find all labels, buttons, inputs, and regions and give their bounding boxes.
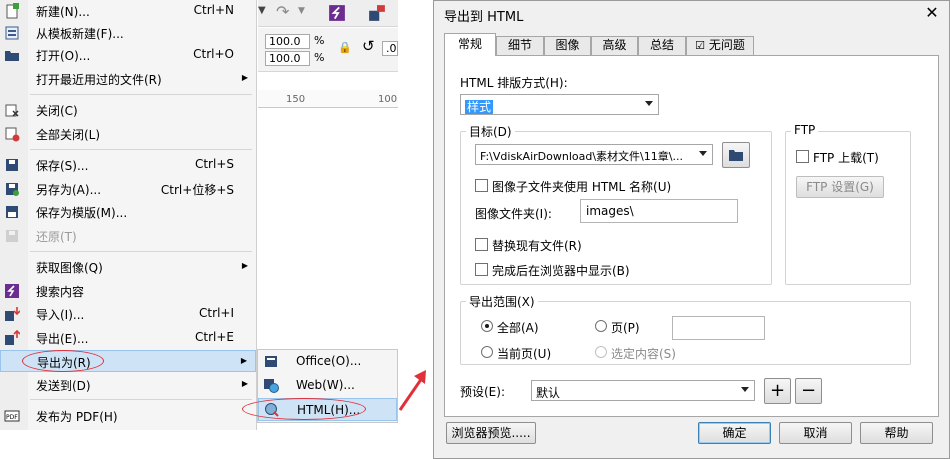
submenu-arrow-icon: ▶ xyxy=(240,356,247,365)
browse-folder-button[interactable] xyxy=(722,142,750,168)
undo-dropdown-icon[interactable]: ▼ xyxy=(258,5,266,16)
save-template-icon xyxy=(6,206,18,218)
range-selection-radio[interactable] xyxy=(595,346,607,358)
menu-item-revert[interactable]: 还原(T) xyxy=(0,225,256,247)
menu-separator xyxy=(30,399,252,400)
preset-select[interactable]: 默认 xyxy=(531,380,755,401)
tab-images[interactable]: 图像 xyxy=(544,36,591,55)
menu-item-publish-pdf[interactable]: PDF 发布为 PDF(H) xyxy=(0,405,256,427)
chevron-down-icon xyxy=(741,387,749,392)
menu-item-acquire-image[interactable]: 获取图像(Q) ▶ xyxy=(0,256,256,278)
tab-details[interactable]: 细节 xyxy=(496,36,544,55)
export-icon xyxy=(5,330,20,345)
menu-item-new-from-template[interactable]: 从模板新建(F)... xyxy=(0,22,256,44)
help-button[interactable]: 帮助 xyxy=(860,422,933,444)
menu-item-export-as[interactable]: 导出为(R) ▶ xyxy=(0,350,256,372)
menu-separator xyxy=(30,251,252,252)
save-as-icon xyxy=(6,183,19,196)
file-menu: 新建(N)... Ctrl+N 从模板新建(F)... 打开(O)... Ctr… xyxy=(0,0,257,430)
html-globe-icon xyxy=(265,403,279,417)
menu-item-save[interactable]: 保存(S)... Ctrl+S xyxy=(0,154,256,176)
checklist-icon: ☑ xyxy=(695,39,706,52)
close-icon[interactable]: ✕ xyxy=(923,3,941,22)
office-icon xyxy=(265,356,277,367)
svg-text:PDF: PDF xyxy=(6,414,18,421)
tab-summary[interactable]: 总结 xyxy=(638,36,686,55)
chevron-down-icon xyxy=(699,151,707,156)
image-folder-input[interactable]: images\ xyxy=(580,199,738,223)
menu-item-send-to[interactable]: 发送到(D) ▶ xyxy=(0,374,256,396)
rotation-input[interactable]: .0 xyxy=(382,41,398,56)
toolbar-strip: ▼ ↷ ▼ xyxy=(258,0,398,27)
tab-no-issues[interactable]: ☑ 无问题 xyxy=(686,36,754,55)
menu-item-search-content[interactable]: 搜索内容 xyxy=(0,280,256,302)
ftp-upload-checkbox[interactable] xyxy=(796,150,809,163)
horizontal-ruler: 150 100 xyxy=(258,90,398,108)
show-in-browser-checkbox[interactable] xyxy=(475,263,488,276)
pdf-icon: PDF xyxy=(4,410,20,422)
open-folder-icon xyxy=(5,51,19,61)
range-current-page-radio[interactable] xyxy=(481,346,493,358)
web-icon xyxy=(264,379,279,393)
menu-item-open-recent[interactable]: 打开最近用过的文件(R) ▶ xyxy=(0,68,256,90)
cancel-button[interactable]: 取消 xyxy=(779,422,852,444)
lock-ratio-icon[interactable]: 🔒 xyxy=(338,41,352,54)
submenu-arrow-icon: ▶ xyxy=(241,73,248,82)
search-content-icon xyxy=(5,284,19,298)
menu-separator xyxy=(30,149,252,150)
range-all-radio[interactable] xyxy=(481,320,493,332)
range-page-radio[interactable] xyxy=(595,320,607,332)
save-icon xyxy=(6,159,18,171)
replace-files-checkbox[interactable] xyxy=(475,238,488,251)
publish-icon[interactable] xyxy=(368,4,386,22)
tab-advanced[interactable]: 高级 xyxy=(591,36,638,55)
browser-preview-button[interactable]: 浏览器预览..... xyxy=(446,422,536,444)
layout-select[interactable]: 样式 xyxy=(460,94,659,115)
new-document-icon xyxy=(6,3,19,19)
submenu-arrow-icon: ▶ xyxy=(241,261,248,270)
use-html-name-checkbox[interactable] xyxy=(475,179,488,192)
redo-dropdown-icon[interactable]: ▼ xyxy=(298,6,305,16)
menu-item-close[interactable]: 关闭(C) xyxy=(0,99,256,121)
menu-item-close-all[interactable]: 全部关闭(L) xyxy=(0,123,256,145)
target-path-select[interactable]: F:\VdiskAirDownload\素材文件\11章\... xyxy=(475,144,713,165)
menu-separator xyxy=(30,94,252,95)
rotate-icon[interactable]: ↺ xyxy=(362,37,375,55)
chevron-down-icon xyxy=(645,101,653,106)
menu-item-save-as-template[interactable]: 保存为模版(M)... xyxy=(0,201,256,223)
menu-item-export[interactable]: 导出(E)... Ctrl+E xyxy=(0,327,256,349)
export-as-submenu: Office(O)... Web(W)... HTML(H)... xyxy=(257,349,398,423)
close-all-icon xyxy=(5,127,20,142)
submenu-arrow-icon: ▶ xyxy=(241,379,248,388)
template-icon xyxy=(5,26,19,40)
import-icon xyxy=(5,307,20,321)
close-document-icon xyxy=(5,104,19,117)
add-preset-button[interactable]: + xyxy=(764,378,791,404)
search-content-icon[interactable] xyxy=(328,4,346,22)
page-range-input[interactable] xyxy=(672,316,765,340)
submenu-item-html[interactable]: HTML(H)... xyxy=(258,398,397,421)
property-bar: 100.0 100.0 % % 🔒 ↺ .0 xyxy=(258,28,398,72)
dialog-title: 导出到 HTML xyxy=(444,10,524,25)
menu-item-new[interactable]: 新建(N)... Ctrl+N xyxy=(0,0,256,22)
revert-icon xyxy=(6,230,18,242)
menu-item-save-as[interactable]: 另存为(A)... Ctrl+位移+S xyxy=(0,178,256,200)
remove-preset-button[interactable]: − xyxy=(795,378,822,404)
menu-item-open[interactable]: 打开(O)... Ctrl+O xyxy=(0,44,256,66)
submenu-item-web[interactable]: Web(W)... xyxy=(258,374,397,397)
layout-label: HTML 排版方式(H): xyxy=(460,76,568,90)
ftp-settings-button[interactable]: FTP 设置(G) xyxy=(796,176,884,198)
scale-height-input[interactable]: 100.0 xyxy=(265,51,310,66)
redo-icon[interactable]: ↷ xyxy=(276,2,289,21)
menu-item-import[interactable]: 导入(I)... Ctrl+I xyxy=(0,303,256,325)
annotation-arrow-icon xyxy=(398,370,426,411)
export-html-dialog: 导出到 HTML ✕ 常规 细节 图像 高级 总结 ☑ 无问题 HTML 排版方… xyxy=(433,0,950,459)
folder-icon xyxy=(729,150,743,161)
tab-general[interactable]: 常规 xyxy=(444,33,496,56)
submenu-item-office[interactable]: Office(O)... xyxy=(258,350,397,373)
general-tab-panel: HTML 排版方式(H): 样式 目标(D) F:\VdiskAirDownlo… xyxy=(444,55,939,417)
scale-width-input[interactable]: 100.0 xyxy=(265,34,310,49)
ok-button[interactable]: 确定 xyxy=(698,422,771,444)
